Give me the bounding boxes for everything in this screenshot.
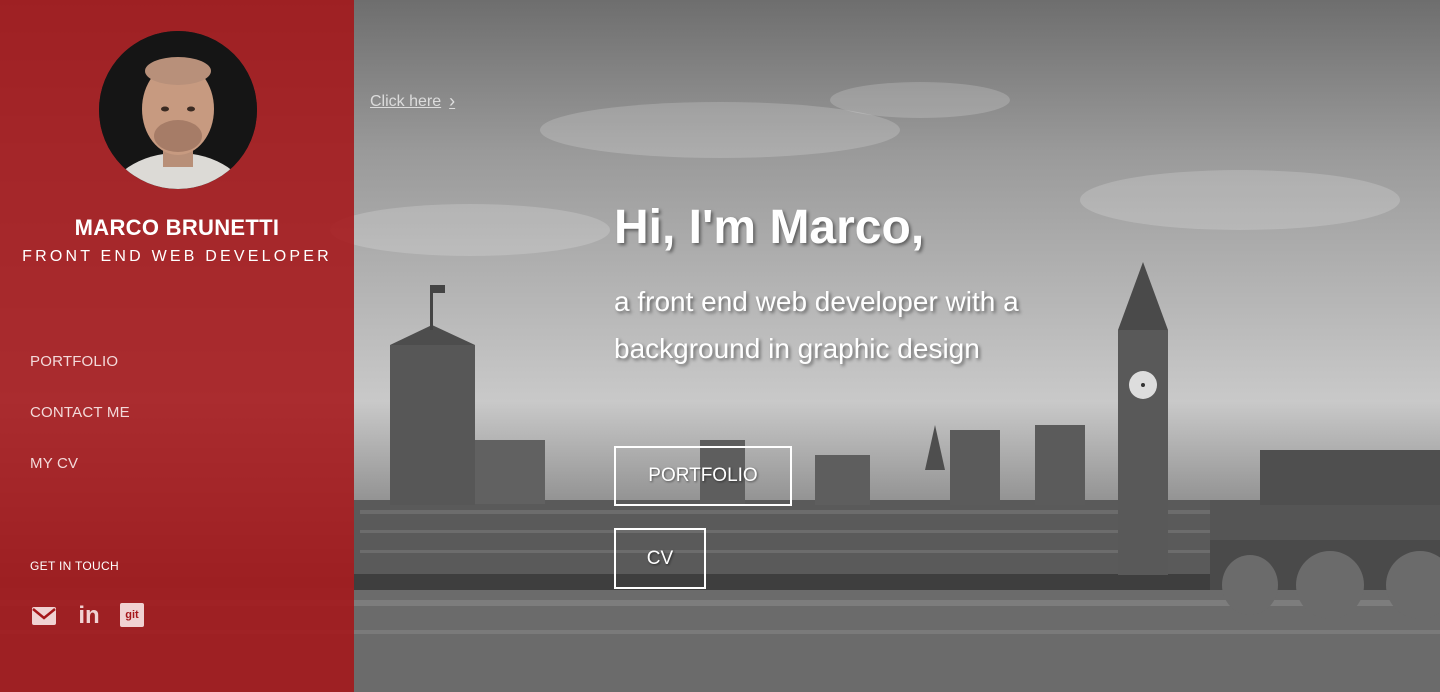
chevron-right-icon: › (449, 91, 456, 111)
linkedin-icon[interactable]: in (75, 602, 103, 629)
nav-cv-link[interactable]: MY CV (30, 455, 78, 472)
git-icon[interactable]: git (120, 603, 144, 627)
nav-contact-link[interactable]: CONTACT ME (30, 404, 130, 421)
profile-name: MARCO BRUNETTI (74, 215, 280, 240)
avatar (99, 31, 257, 189)
profile-photo (99, 31, 257, 189)
nav-portfolio-link[interactable]: PORTFOLIO (30, 353, 118, 370)
get-in-touch-heading: GET IN TOUCH (30, 559, 119, 573)
cv-button[interactable]: CV (614, 528, 706, 589)
hero-headline: Hi, I'm Marco, (614, 201, 925, 254)
click-here-label: Click here (370, 92, 442, 110)
profile-role: FRONT END WEB DEVELOPER (22, 248, 332, 265)
portfolio-button[interactable]: PORTFOLIO (614, 446, 792, 506)
click-here-link[interactable]: Click here › (370, 91, 455, 112)
sidebar: MARCO BRUNETTI FRONT END WEB DEVELOPER P… (0, 0, 354, 692)
email-icon[interactable] (30, 604, 58, 628)
hero-subline: a front end web developer with a backgro… (614, 286, 1019, 364)
